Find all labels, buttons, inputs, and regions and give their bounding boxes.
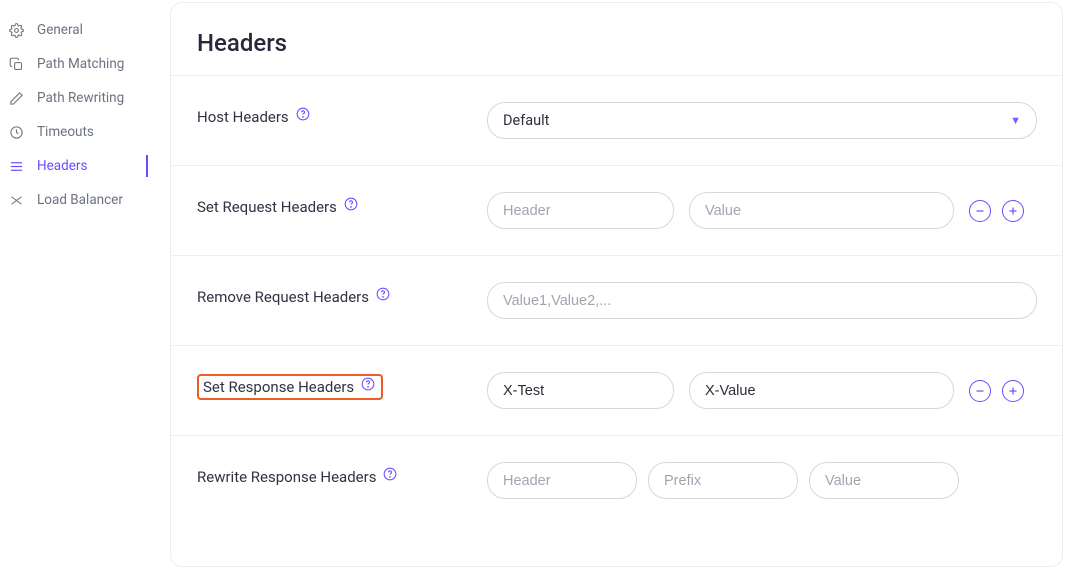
row-set-response-headers: Set Response Headers bbox=[171, 346, 1062, 436]
sidebar-item-timeouts[interactable]: Timeouts bbox=[0, 115, 170, 149]
row-rewrite-response-headers: Rewrite Response Headers bbox=[171, 436, 1062, 525]
request-header-value-input[interactable] bbox=[689, 192, 954, 229]
host-headers-select[interactable]: Default ▼ bbox=[487, 102, 1037, 139]
sidebar-item-label: Load Balancer bbox=[37, 192, 123, 208]
chevron-down-icon: ▼ bbox=[1010, 114, 1021, 127]
rewrite-prefix-input[interactable] bbox=[648, 462, 798, 499]
row-label: Set Response Headers bbox=[203, 378, 354, 396]
sidebar-item-path-rewriting[interactable]: Path Rewriting bbox=[0, 81, 170, 115]
add-row-button[interactable] bbox=[1002, 380, 1024, 402]
app-root: General Path Matching Path Rewriting Tim… bbox=[0, 0, 1069, 567]
row-controls bbox=[487, 282, 1037, 319]
row-label: Host Headers bbox=[197, 108, 289, 126]
sidebar-item-label: Headers bbox=[37, 158, 87, 174]
sidebar-item-label: Timeouts bbox=[37, 124, 94, 140]
remove-row-button[interactable] bbox=[969, 380, 991, 402]
row-label-wrap: Set Response Headers bbox=[197, 372, 487, 400]
sidebar-item-label: Path Rewriting bbox=[37, 90, 124, 106]
rewrite-value-input[interactable] bbox=[809, 462, 959, 499]
row-controls: Default ▼ bbox=[487, 102, 1037, 139]
row-label-wrap: Rewrite Response Headers bbox=[197, 462, 487, 486]
response-header-name-input[interactable] bbox=[487, 372, 674, 409]
help-icon[interactable] bbox=[383, 467, 397, 481]
main-panel: Headers Host Headers Default ▼ Set Reque… bbox=[170, 2, 1063, 567]
remove-request-headers-input[interactable] bbox=[487, 282, 1037, 319]
page-title: Headers bbox=[197, 29, 1036, 57]
help-icon[interactable] bbox=[296, 107, 310, 121]
row-label: Rewrite Response Headers bbox=[197, 468, 376, 486]
row-controls bbox=[487, 372, 1036, 409]
row-label-wrap: Set Request Headers bbox=[197, 192, 487, 216]
sidebar: General Path Matching Path Rewriting Tim… bbox=[0, 0, 170, 567]
row-remove-request-headers: Remove Request Headers bbox=[171, 256, 1062, 346]
remove-row-button[interactable] bbox=[969, 200, 991, 222]
rewrite-header-name-input[interactable] bbox=[487, 462, 637, 499]
row-controls bbox=[487, 192, 1036, 229]
row-label-wrap: Remove Request Headers bbox=[197, 282, 487, 306]
sidebar-item-load-balancer[interactable]: Load Balancer bbox=[0, 183, 170, 217]
sidebar-item-path-matching[interactable]: Path Matching bbox=[0, 47, 170, 81]
copy-icon bbox=[8, 56, 24, 72]
help-icon[interactable] bbox=[344, 197, 358, 211]
request-header-name-input[interactable] bbox=[487, 192, 674, 229]
sidebar-item-general[interactable]: General bbox=[0, 13, 170, 47]
gear-icon bbox=[8, 22, 24, 38]
sidebar-item-headers[interactable]: Headers bbox=[0, 149, 170, 183]
row-label: Set Request Headers bbox=[197, 198, 337, 216]
sidebar-item-label: Path Matching bbox=[37, 56, 124, 72]
row-set-request-headers: Set Request Headers bbox=[171, 166, 1062, 256]
shuffle-icon bbox=[8, 192, 24, 208]
help-icon[interactable] bbox=[361, 377, 375, 391]
select-value: Default bbox=[503, 112, 549, 129]
row-label-wrap: Host Headers bbox=[197, 102, 487, 126]
row-label: Remove Request Headers bbox=[197, 288, 369, 306]
list-icon bbox=[8, 158, 24, 174]
help-icon[interactable] bbox=[376, 287, 390, 301]
row-controls bbox=[487, 462, 1036, 499]
pencil-icon bbox=[8, 90, 24, 106]
add-row-button[interactable] bbox=[1002, 200, 1024, 222]
panel-header: Headers bbox=[171, 3, 1062, 76]
row-host-headers: Host Headers Default ▼ bbox=[171, 76, 1062, 166]
response-header-value-input[interactable] bbox=[689, 372, 954, 409]
sidebar-item-label: General bbox=[37, 22, 83, 38]
highlight-box: Set Response Headers bbox=[197, 374, 383, 400]
clock-icon bbox=[8, 124, 24, 140]
